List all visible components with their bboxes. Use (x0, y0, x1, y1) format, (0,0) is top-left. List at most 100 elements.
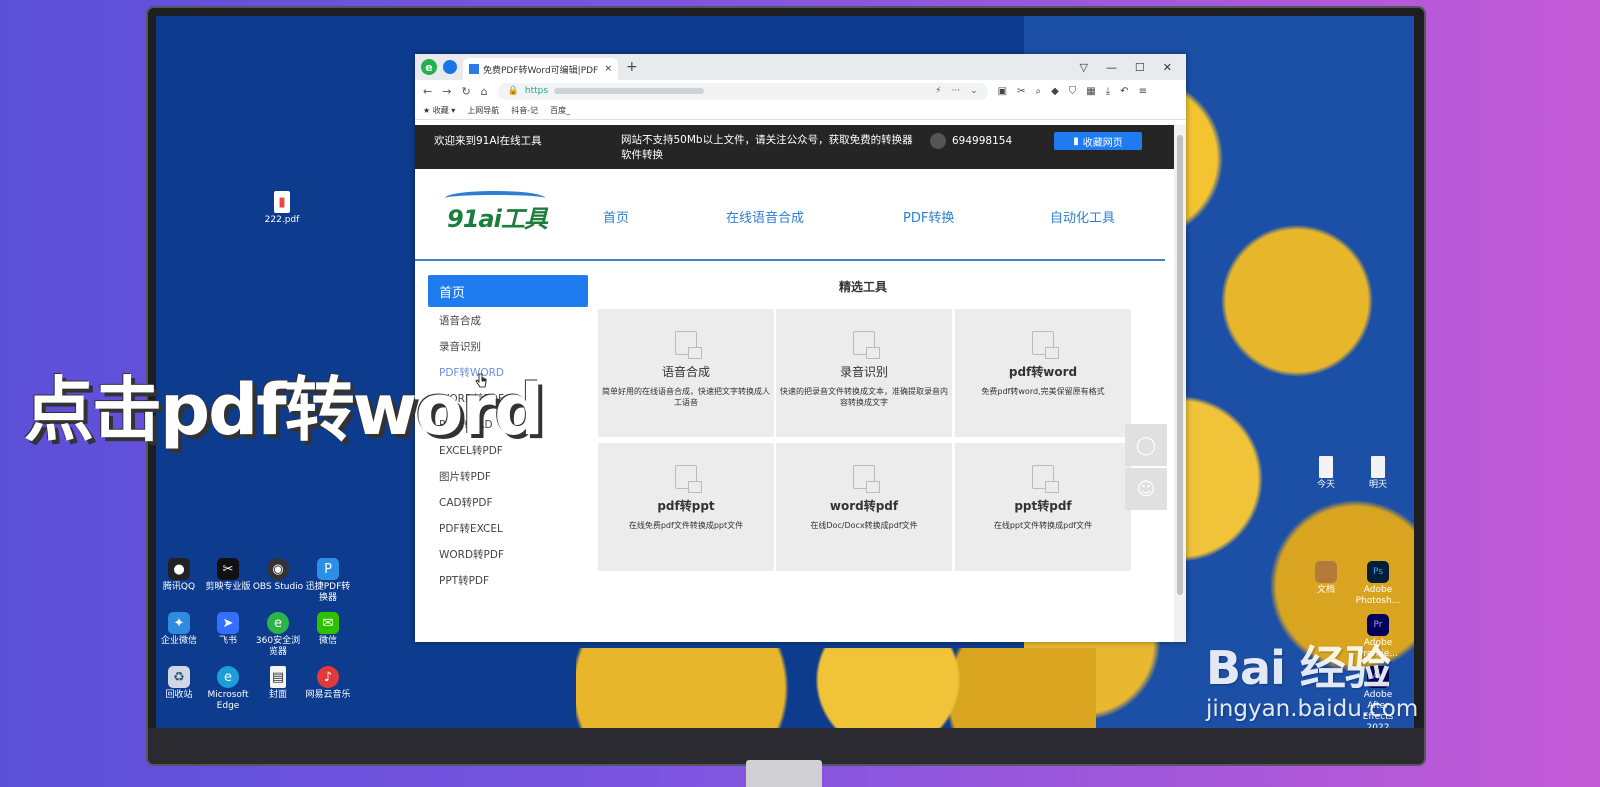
site-logo[interactable]: 91ai工具 (445, 191, 548, 234)
tool-card-pdf-to-word[interactable]: pdf转word 免费pdf转word,完美保留原有格式 (955, 309, 1131, 437)
sidebar-item-image-to-pdf[interactable]: 图片转PDF (428, 463, 588, 489)
jianying-icon: ✂ (217, 558, 239, 580)
float-wechat-button[interactable]: ☺ (1125, 468, 1167, 510)
desktop-icon-label: 360安全浏览器 (255, 636, 301, 657)
home-icon[interactable]: ⌂ (481, 85, 488, 98)
bookmark-baidu[interactable]: 百度_ (550, 105, 570, 116)
apps-icon[interactable]: ▦ (1086, 86, 1095, 97)
desktop-icon-doc[interactable]: 文档 (1300, 561, 1352, 596)
forward-icon[interactable]: → (442, 85, 451, 98)
desktop-icon-label: Microsoft Edge (207, 690, 249, 711)
desktop-icon-tomorrow[interactable]: 明天 (1352, 456, 1404, 491)
desktop-icon-today[interactable]: 今天 (1300, 456, 1352, 491)
tool-card-tts[interactable]: 语音合成 简单好用的在线语音合成，快速把文字转换成人工语音 (598, 309, 774, 437)
chevron-down-icon[interactable]: ⌄ (970, 86, 978, 96)
sidebar-item-ppt-to-pdf[interactable]: PPT转PDF (428, 567, 588, 593)
bookmark-icon: ▮ (1073, 135, 1079, 147)
card-title: pdf转ppt (657, 499, 715, 513)
sidebar-item-word-to-pdf-2[interactable]: WORD转PDF (428, 541, 588, 567)
close-icon[interactable]: ✕ (1163, 61, 1172, 74)
page-scrollbar[interactable] (1174, 125, 1186, 642)
document-icon (1319, 456, 1333, 478)
url-blurred (554, 88, 705, 94)
toolbar-extensions: ▣ ✂ ⌕ ◆ ⛉ ▦ ⤓ ↶ ≡ (998, 86, 1147, 97)
desktop-icon-wechat[interactable]: ✉ 微信 (302, 612, 354, 647)
desktop-file-label: 222.pdf (264, 215, 300, 225)
sidebar-item-cad-to-pdf[interactable]: CAD转PDF (428, 489, 588, 515)
desktop-icon-edge[interactable]: e Microsoft Edge (202, 666, 254, 712)
watermark-url: jingyan.baidu.com (1206, 696, 1419, 722)
bolt-icon[interactable]: ⚡ (935, 86, 941, 96)
penguin-icon: ◯ (1135, 434, 1157, 456)
logo-arc (445, 191, 545, 205)
minimize-icon[interactable]: — (1106, 61, 1117, 74)
nav-pdf-convert[interactable]: PDF转换 (903, 207, 954, 226)
nav-tts[interactable]: 在线语音合成 (726, 207, 804, 226)
pdf-file-icon: ▮ (274, 191, 290, 213)
desktop-icon-obs[interactable]: ◉ OBS Studio (252, 558, 304, 593)
url-input[interactable]: 🔒 https ⚡ ··· ⌄ (497, 82, 988, 100)
penguin-icon: ● (168, 558, 190, 580)
desktop-icon-feishu[interactable]: ➤ 飞书 (202, 612, 254, 647)
scrollbar-thumb[interactable] (1177, 135, 1183, 595)
pinned-tab-icon[interactable] (443, 60, 457, 74)
float-qq-button[interactable]: ◯ (1125, 424, 1167, 466)
360-browser-logo-icon[interactable]: e (421, 59, 437, 75)
desktop-icon-label: 回收站 (165, 690, 193, 700)
nav-automation[interactable]: 自动化工具 (1050, 207, 1115, 226)
image-file-icon: ▤ (270, 666, 286, 688)
desktop-icon-photoshop[interactable]: Ps Adobe Photosh... (1352, 561, 1404, 607)
bookmark-nav[interactable]: 上网导航 (467, 105, 499, 116)
tab-active[interactable]: 免费PDF转Word可编辑|PDF × (463, 58, 618, 80)
tool-card-ppt-to-pdf[interactable]: ppt转pdf 在线ppt文件转换成pdf文件 (955, 443, 1131, 571)
url-text: https (524, 86, 549, 96)
tool-card-pdf-to-ppt[interactable]: pdf转ppt 在线免费pdf文件转换成ppt文件 (598, 443, 774, 571)
wework-icon: ✦ (168, 612, 190, 634)
desktop-icon-label: 封面 (268, 690, 287, 700)
tool-card-asr[interactable]: 录音识别 快速的把录音文件转换成文本，准确提取录音内容转换成文字 (776, 309, 952, 437)
more-icon[interactable]: ··· (952, 86, 961, 96)
bookmark-star[interactable]: ★ 收藏 ▾ (423, 105, 455, 116)
back-icon[interactable]: ← (423, 85, 432, 98)
desktop-icon-recycle[interactable]: ♻ 回收站 (156, 666, 205, 701)
tool-card-word-to-pdf[interactable]: word转pdf 在线Doc/Docx转换成pdf文件 (776, 443, 952, 571)
extension-icon[interactable]: ▣ (998, 86, 1007, 97)
maximize-icon[interactable]: ☐ (1135, 61, 1145, 74)
qq-contact: 694998154 (930, 133, 1012, 149)
site-favicon-icon (469, 64, 479, 74)
sidebar-item-tts[interactable]: 语音合成 (428, 307, 588, 333)
new-tab-icon[interactable]: + (626, 59, 638, 75)
sidebar-item-pdf-to-excel[interactable]: PDF转EXCEL (428, 515, 588, 541)
reload-icon[interactable]: ↻ (461, 85, 470, 98)
sidebar-item-home[interactable]: 首页 (428, 275, 588, 307)
desktop-icon-xunjie[interactable]: P 迅捷PDF转换器 (302, 558, 354, 604)
document-icon (1032, 465, 1059, 493)
desktop-icon-netease[interactable]: ♪ 网易云音乐 (302, 666, 354, 701)
card-desc: 在线免费pdf文件转换成ppt文件 (628, 521, 744, 530)
desktop-icon-label: OBS Studio (252, 582, 304, 592)
bookmark-douyin[interactable]: 抖音-记 (511, 105, 538, 116)
desktop-icon-jianying[interactable]: ✂ 剪映专业版 (202, 558, 254, 593)
download-icon[interactable]: ⤓ (1106, 86, 1110, 97)
desktop-file-pdf[interactable]: ▮ 222.pdf (256, 191, 308, 226)
desktop-icon-qq[interactable]: ● 腾讯QQ (156, 558, 205, 593)
undo-icon[interactable]: ↶ (1120, 86, 1128, 97)
desktop-icon-wework[interactable]: ✦ 企业微信 (156, 612, 205, 647)
tab-close-icon[interactable]: × (604, 64, 612, 74)
chat-icon: ☺ (1136, 478, 1156, 500)
game-icon[interactable]: ◆ (1051, 86, 1059, 97)
desktop-icon-label: 迅捷PDF转换器 (305, 582, 351, 603)
edge-icon: e (217, 666, 239, 688)
desktop-icon-cover[interactable]: ▤ 封面 (252, 666, 304, 701)
menu-icon[interactable]: ≡ (1139, 86, 1147, 97)
search-icon[interactable]: ⌕ (1035, 86, 1041, 97)
desktop-icon-label: 飞书 (218, 636, 237, 646)
shield-icon[interactable]: ⛉ (1069, 86, 1077, 97)
desktop-icon-360[interactable]: e 360安全浏览器 (252, 612, 304, 658)
nav-home[interactable]: 首页 (603, 207, 629, 226)
skin-icon[interactable]: ▽ (1079, 61, 1087, 74)
scissors-icon[interactable]: ✂ (1017, 86, 1025, 97)
bookmark-page-button[interactable]: ▮ 收藏网页 (1054, 132, 1142, 150)
bookmark-label: 上网导航 (467, 106, 500, 115)
card-desc: 在线Doc/Docx转换成pdf文件 (810, 521, 918, 530)
